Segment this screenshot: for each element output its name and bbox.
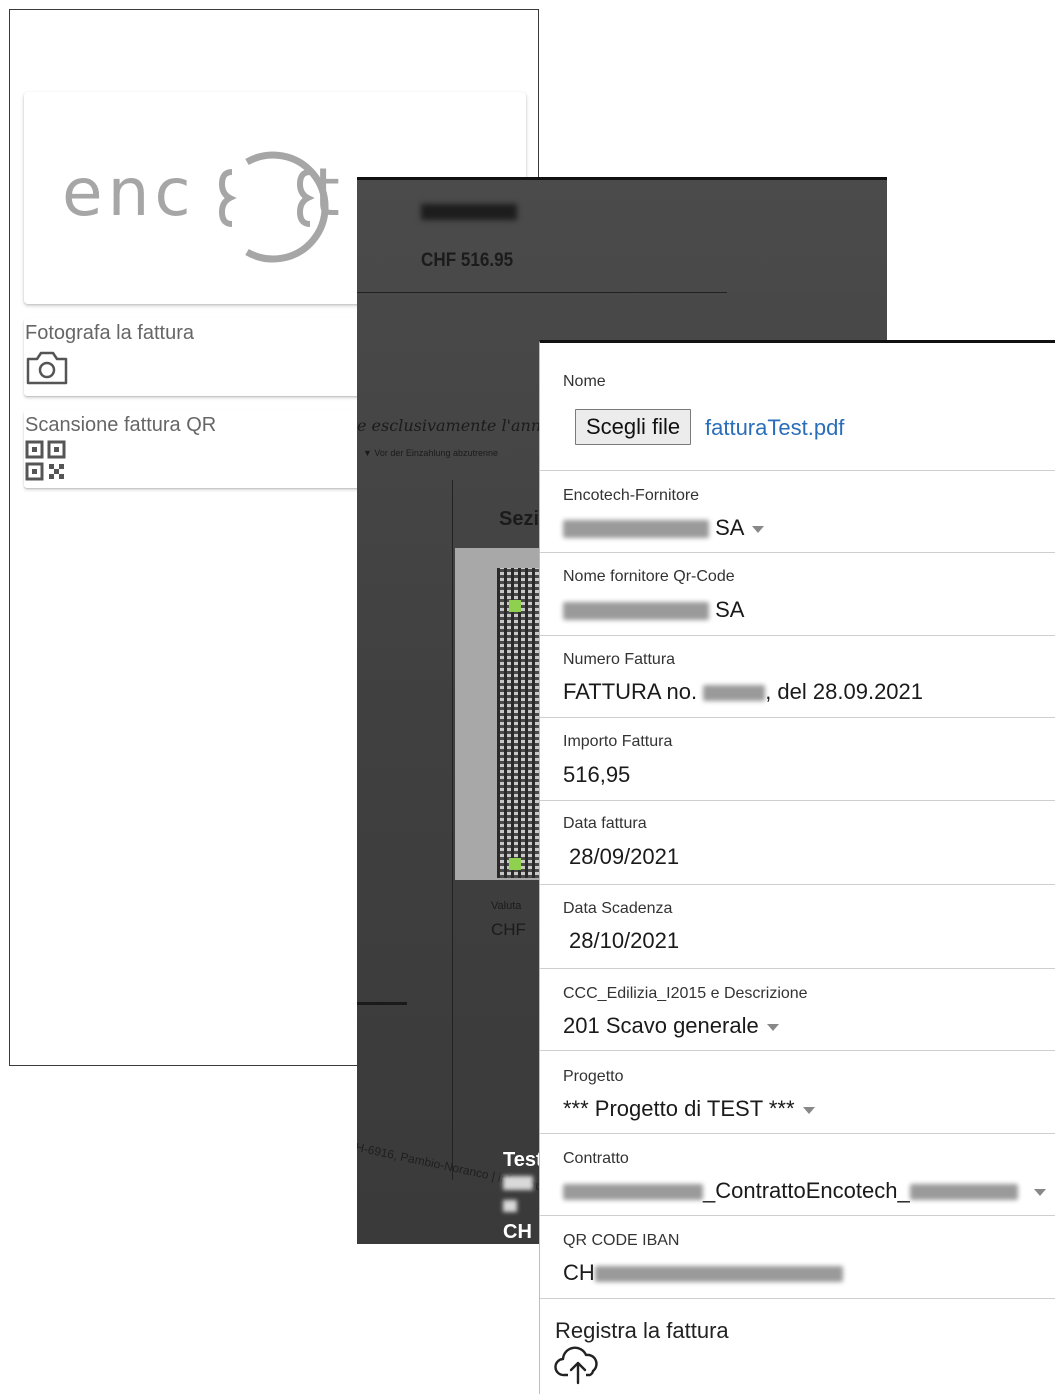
logo-text-right: t [314,154,345,231]
photo-amount: CHF 516.95 [421,250,514,271]
numero-suffix: , del 28.09.2021 [765,679,924,704]
photo-italic-text: e esclusivamente l'anne [357,416,551,435]
data-input[interactable]: 28/09/2021 [569,844,679,870]
photo-section-text: Sezi [499,508,540,530]
iban-prefix: CH [563,1260,595,1285]
divider [452,480,453,1180]
importo-input[interactable]: 516,95 [563,762,630,788]
chevron-down-icon [766,1023,779,1031]
field-progetto: Progetto *** Progetto di TEST *** [540,1051,1055,1134]
field-nome: Nome Scegli file fatturaTest.pdf [540,343,1055,471]
qr-code-icon [25,440,66,481]
field-label: CCC_Edilizia_I2015 e Descrizione [563,985,808,1002]
field-importo: Importo Fattura 516,95 [540,718,1055,801]
logo-text: enc [62,154,196,231]
field-scadenza: Data Scadenza 28/10/2021 [540,885,1055,969]
fornitore-qr-suffix: SA [715,597,745,622]
scan-qr-label: Scansione fattura QR [25,414,217,436]
photo-valuta: Valuta [491,900,522,912]
field-label: Progetto [563,1068,624,1085]
blurred-text [563,1184,703,1201]
field-label: Data fattura [563,815,647,832]
fornitore-qr-value[interactable]: SA [563,597,744,623]
chevron-down-icon [1033,1188,1046,1196]
blurred-text [563,602,709,621]
field-ccc: CCC_Edilizia_I2015 e Descrizione 201 Sca… [540,969,1055,1051]
field-label: Data Scadenza [563,900,673,917]
qr-code-photo [497,568,543,878]
photo-invoice-label: Fotografa la fattura [25,322,194,344]
field-contratto: Contratto _ContrattoEncotech_ [540,1134,1055,1216]
iban-value[interactable]: CH [563,1260,843,1286]
camera-icon [26,351,68,385]
chevron-down-icon [802,1106,815,1114]
field-label: Nome fornitore Qr-Code [563,568,735,585]
qr-detect-mark [509,600,521,612]
divider [357,292,727,293]
photo-small-text: ▼ Vor der Einzahlung abzutrenne [363,448,498,458]
overlay-test: Test [503,1149,543,1171]
ccc-select[interactable]: 201 Scavo generale [563,1013,779,1039]
scadenza-input[interactable]: 28/10/2021 [569,928,679,954]
qr-detect-mark [509,858,521,870]
choose-file-button[interactable]: Scegli file [575,409,692,445]
blurred-text [909,1184,1018,1201]
stage: enc t Fotografa la fattura Scansione fat… [0,0,1055,1394]
blurred-text [594,1266,843,1283]
blurred-text [503,1200,517,1212]
cloud-upload-icon[interactable] [554,1345,602,1385]
field-label: Importo Fattura [563,733,673,750]
overlay-ch: CH [503,1221,532,1243]
photo-currency: CHF [491,920,526,939]
blurred-date [421,204,517,220]
field-label: Encotech-Fornitore [563,487,700,504]
fornitore-suffix: SA [715,515,745,540]
contratto-select[interactable]: _ContrattoEncotech_ [563,1178,1046,1204]
divider [357,1002,407,1005]
field-fornitore[interactable]: Encotech-Fornitore SA [540,471,1055,553]
register-invoice-button[interactable]: Registra la fattura [555,1318,729,1344]
blurred-text [563,520,709,539]
file-name: fatturaTest.pdf [705,415,845,440]
logo-ring-icon [218,151,329,263]
field-label: Nome [563,373,606,390]
field-label: Numero Fattura [563,651,676,668]
invoice-form: Nome Scegli file fatturaTest.pdf Encotec… [539,340,1055,1394]
contratto-mid: _ContrattoEncotech_ [703,1178,910,1203]
chevron-down-icon [752,525,765,533]
field-iban: QR CODE IBAN CH [540,1216,1055,1299]
numero-prefix: FATTURA no. [563,679,698,704]
field-label: Contratto [563,1150,629,1167]
fornitore-select[interactable]: SA [563,515,765,541]
numero-value[interactable]: FATTURA no. , del 28.09.2021 [563,679,923,705]
blurred-text [703,685,766,702]
field-numero: Numero Fattura FATTURA no. , del 28.09.2… [540,636,1055,718]
blurred-text [503,1176,533,1190]
ccc-value: 201 Scavo generale [563,1013,759,1038]
field-data: Data fattura 28/09/2021 [540,801,1055,885]
field-label: QR CODE IBAN [563,1232,680,1249]
progetto-select[interactable]: *** Progetto di TEST *** [563,1096,815,1122]
field-fornitore-qr: Nome fornitore Qr-Code SA [540,553,1055,636]
progetto-value: *** Progetto di TEST *** [563,1096,795,1121]
